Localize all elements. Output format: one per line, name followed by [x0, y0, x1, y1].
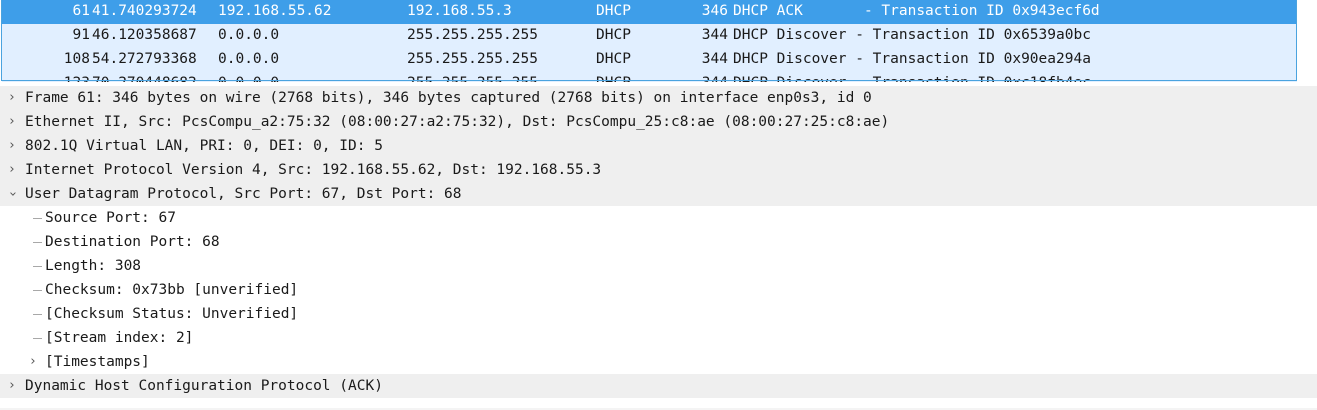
- tree-item-label: Internet Protocol Version 4, Src: 192.16…: [25, 162, 602, 178]
- packet-list[interactable]: 61 41.740293724 192.168.55.62 192.168.55…: [0, 0, 1317, 82]
- tree-item-label: Checksum: 0x73bb [unverified]: [45, 282, 299, 298]
- tree-item-udp-length[interactable]: Length: 308: [0, 254, 1317, 278]
- tree-item-udp-timestamps[interactable]: › [Timestamps]: [0, 350, 1317, 374]
- packet-number: 108: [63, 51, 90, 67]
- packet-source: 192.168.55.62: [218, 3, 332, 19]
- tree-item-label: 802.1Q Virtual LAN, PRI: 0, DEI: 0, ID: …: [25, 138, 383, 154]
- chevron-right-icon[interactable]: ›: [5, 158, 19, 182]
- tree-item-vlan[interactable]: › 802.1Q Virtual LAN, PRI: 0, DEI: 0, ID…: [0, 134, 1317, 158]
- packet-protocol: DHCP: [596, 27, 631, 43]
- tree-item-udp-source-port[interactable]: Source Port: 67: [0, 206, 1317, 230]
- packet-protocol: DHCP: [596, 51, 631, 67]
- chevron-right-icon[interactable]: ›: [5, 86, 19, 110]
- packet-source: 0.0.0.0: [218, 27, 280, 43]
- tree-item-udp-checksum-status[interactable]: [Checksum Status: Unverified]: [0, 302, 1317, 326]
- tree-item-label: Ethernet II, Src: PcsCompu_a2:75:32 (08:…: [25, 114, 890, 130]
- tree-item-label: Destination Port: 68: [45, 234, 220, 250]
- packet-details-tree[interactable]: › Frame 61: 346 bytes on wire (2768 bits…: [0, 86, 1317, 410]
- packet-destination: 255.255.255.255: [407, 72, 538, 82]
- tree-item-label: [Checksum Status: Unverified]: [45, 306, 299, 322]
- packet-time: 54.272793368: [92, 51, 197, 67]
- packet-destination: 255.255.255.255: [407, 27, 538, 43]
- packet-protocol: DHCP: [596, 72, 631, 82]
- tree-item-udp-checksum[interactable]: Checksum: 0x73bb [unverified]: [0, 278, 1317, 302]
- packet-info: DHCP ACK - Transaction ID 0x943ecf6d: [733, 3, 1100, 19]
- chevron-right-icon[interactable]: ›: [5, 374, 19, 398]
- packet-row-selected[interactable]: 61 41.740293724 192.168.55.62 192.168.55…: [2, 0, 1297, 24]
- tree-item-udp-destination-port[interactable]: Destination Port: 68: [0, 230, 1317, 254]
- packet-protocol: DHCP: [596, 3, 631, 19]
- packet-list-scroll-gutter[interactable]: [1297, 0, 1317, 82]
- packet-length: 344: [701, 51, 728, 67]
- tree-guide-line: [33, 218, 42, 219]
- tree-guide-line: [33, 266, 42, 267]
- tree-guide-line: [33, 290, 42, 291]
- packet-time: 41.740293724: [92, 3, 197, 19]
- packet-number: 91: [72, 27, 90, 43]
- packet-info: DHCP Discover - Transaction ID 0x90ea294…: [733, 51, 1091, 67]
- packet-time: 70.270448682: [92, 72, 197, 82]
- tree-item-label: User Datagram Protocol, Src Port: 67, Ds…: [25, 186, 462, 202]
- tree-item-udp-stream-index[interactable]: [Stream index: 2]: [0, 326, 1317, 350]
- tree-item-label: Length: 308: [45, 258, 142, 274]
- tree-guide-line: [33, 314, 42, 315]
- packet-info: DHCP Discover - Transaction ID 0x6539a0b…: [733, 27, 1091, 43]
- packet-time: 46.120358687: [92, 27, 197, 43]
- chevron-down-icon[interactable]: ›: [0, 187, 24, 201]
- tree-item-label: [Timestamps]: [45, 354, 150, 370]
- tree-item-dhcp[interactable]: › Dynamic Host Configuration Protocol (A…: [0, 374, 1317, 398]
- packet-row[interactable]: 108 54.272793368 0.0.0.0 255.255.255.255…: [2, 48, 1297, 72]
- packet-info: DHCP Discover - Transaction ID 0xc18fb4e…: [733, 72, 1091, 82]
- tree-item-label: Source Port: 67: [45, 210, 176, 226]
- packet-destination: 192.168.55.3: [407, 3, 512, 19]
- chevron-right-icon[interactable]: ›: [5, 110, 19, 134]
- chevron-right-icon[interactable]: ›: [26, 350, 40, 374]
- tree-item-ethernet[interactable]: › Ethernet II, Src: PcsCompu_a2:75:32 (0…: [0, 110, 1317, 134]
- packet-row[interactable]: 91 46.120358687 0.0.0.0 255.255.255.255 …: [2, 24, 1297, 48]
- packet-destination: 255.255.255.255: [407, 51, 538, 67]
- packet-length: 344: [678, 72, 728, 82]
- tree-item-label: Dynamic Host Configuration Protocol (ACK…: [25, 378, 383, 394]
- packet-number: 123: [2, 72, 90, 82]
- packet-source: 0.0.0.0: [218, 51, 280, 67]
- packet-length: 346: [701, 3, 728, 19]
- tree-item-udp[interactable]: › User Datagram Protocol, Src Port: 67, …: [0, 182, 1317, 206]
- tree-item-frame[interactable]: › Frame 61: 346 bytes on wire (2768 bits…: [0, 86, 1317, 110]
- tree-item-label: [Stream index: 2]: [45, 330, 194, 346]
- packet-row[interactable]: 123 70.270448682 0.0.0.0 255.255.255.255…: [2, 72, 1297, 82]
- packet-source: 0.0.0.0: [218, 72, 279, 82]
- tree-guide-line: [33, 338, 42, 339]
- packet-length: 344: [701, 27, 728, 43]
- chevron-right-icon[interactable]: ›: [5, 134, 19, 158]
- tree-item-label: Frame 61: 346 bytes on wire (2768 bits),…: [25, 90, 872, 106]
- tree-item-ipv4[interactable]: › Internet Protocol Version 4, Src: 192.…: [0, 158, 1317, 182]
- tree-guide-line: [33, 242, 42, 243]
- packet-number: 61: [72, 3, 90, 19]
